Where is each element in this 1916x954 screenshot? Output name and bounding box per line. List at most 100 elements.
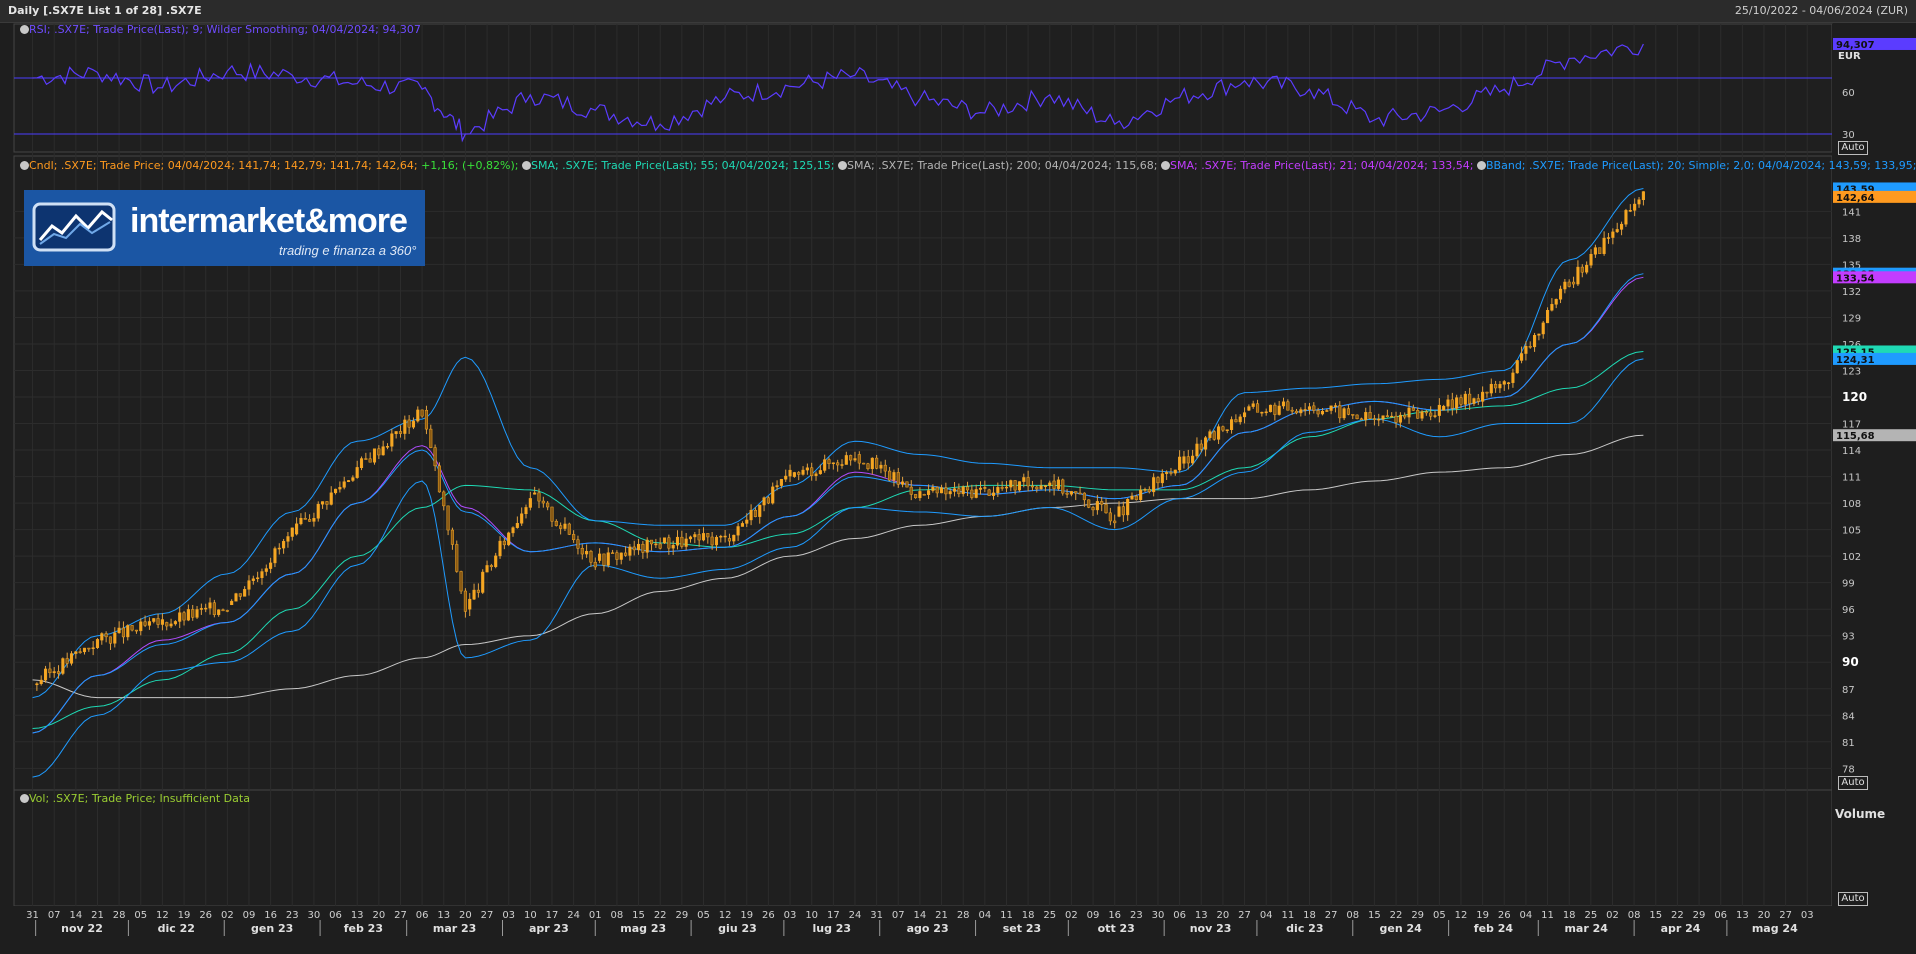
candle [831, 462, 835, 470]
price-tag-label: 125,15 [1836, 347, 1875, 358]
price-tag [1833, 271, 1916, 284]
candle [1178, 450, 1182, 473]
x-day-tick: 08 [1346, 910, 1359, 921]
sma55-settings-icon[interactable] [521, 161, 531, 170]
candle [1385, 409, 1389, 418]
candle [1238, 414, 1242, 425]
candle-body [1455, 397, 1459, 409]
candle-body [1299, 409, 1303, 414]
candle [853, 451, 857, 463]
x-day-tick: 20 [459, 910, 472, 921]
candle [546, 501, 550, 511]
candle [56, 665, 61, 679]
candle-body [1147, 489, 1151, 493]
candle-body [554, 520, 558, 526]
bband-settings-icon[interactable] [1477, 161, 1487, 170]
candle [615, 550, 619, 566]
candle-body [1277, 405, 1281, 415]
candle-body [866, 463, 870, 470]
candle-body [1173, 469, 1177, 474]
candle [230, 599, 234, 606]
x-day-tick: 31 [870, 910, 883, 921]
candle-body [1437, 404, 1441, 416]
candle [1338, 401, 1342, 423]
rsi-auto-button[interactable]: Auto [1838, 141, 1868, 155]
candle [1312, 402, 1316, 414]
x-day-tick: 11 [1000, 910, 1013, 921]
candle-body [1268, 404, 1273, 413]
candle [1091, 505, 1095, 517]
candle-body [1100, 501, 1104, 505]
candle [308, 514, 312, 522]
candle [1074, 491, 1078, 501]
x-day-tick: 22 [654, 910, 667, 921]
candle-body [901, 481, 905, 485]
candle-settings-icon[interactable] [20, 161, 29, 170]
candle [1398, 412, 1402, 428]
candle-body [771, 486, 775, 504]
sma21-legend-text: SMA; .SX7E; Trade Price(Last); 21; 04/04… [1170, 159, 1474, 172]
candle-body [225, 610, 229, 612]
candle [567, 522, 571, 535]
candle [766, 496, 770, 505]
x-day-tick: 26 [762, 910, 775, 921]
candle [940, 484, 944, 494]
candle-body [723, 535, 727, 538]
chart-canvas[interactable]: 94,307EUR 141138135132129126123120117114… [0, 0, 1916, 954]
price-auto-button[interactable]: Auto [1838, 776, 1868, 790]
sma200-settings-icon[interactable] [837, 161, 847, 170]
rsi-value-tag [1833, 37, 1916, 50]
rsi-settings-icon[interactable] [20, 25, 29, 34]
candle-body [1589, 253, 1593, 266]
candle [1390, 412, 1394, 418]
x-day-tick: 21 [91, 910, 104, 921]
candle-body [520, 513, 524, 524]
candle [368, 452, 372, 463]
candle-body [1004, 486, 1009, 489]
candle [1429, 406, 1433, 421]
candle-body [1411, 407, 1415, 411]
candle [987, 488, 991, 497]
candle-body [437, 465, 441, 493]
candle [1173, 469, 1177, 476]
price-legend[interactable]: Cndl; .SX7E; Trade Price; 04/04/2024; 14… [20, 159, 1916, 172]
rsi-legend[interactable]: RSI; .SX7E; Trade Price(Last); 9; Wilder… [20, 23, 421, 36]
volume-settings-icon[interactable] [20, 794, 29, 803]
candle-body [727, 538, 732, 542]
candle [65, 652, 69, 668]
volume-legend[interactable]: Vol; .SX7E; Trade Price; Insufficient Da… [20, 792, 250, 805]
candle [1615, 222, 1619, 233]
x-day-tick: 15 [632, 910, 645, 921]
volume-auto-button[interactable]: Auto [1838, 892, 1868, 906]
candle [1481, 386, 1485, 408]
candle [329, 486, 333, 506]
x-day-tick: 27 [1238, 910, 1251, 921]
candle [1286, 399, 1290, 411]
intermarket-logo: intermarket&more trading e finanza a 360… [24, 190, 425, 266]
candle-body [766, 497, 770, 504]
candle [1056, 476, 1060, 491]
candle [1554, 298, 1558, 309]
candle-body [1580, 266, 1584, 273]
candle-body [1243, 412, 1247, 418]
candle [896, 467, 900, 488]
candle [585, 544, 589, 558]
candle [1113, 514, 1117, 529]
candle [446, 505, 450, 536]
candle [723, 529, 727, 543]
candle-body [1026, 477, 1030, 487]
candle [1195, 437, 1199, 459]
x-day-tick: 12 [719, 910, 732, 921]
x-day-tick: 16 [264, 910, 277, 921]
candle-body [987, 489, 991, 496]
price-tag-label: 133,95 [1836, 270, 1875, 281]
x-day-tick: 17 [546, 910, 559, 921]
x-day-tick: 26 [1498, 910, 1511, 921]
candle [121, 621, 126, 644]
sma21-settings-icon[interactable] [1161, 161, 1170, 170]
candle [238, 593, 242, 601]
candle-body [1186, 456, 1190, 464]
candle [1294, 408, 1299, 415]
candle [727, 533, 732, 546]
x-day-tick: 08 [611, 910, 624, 921]
